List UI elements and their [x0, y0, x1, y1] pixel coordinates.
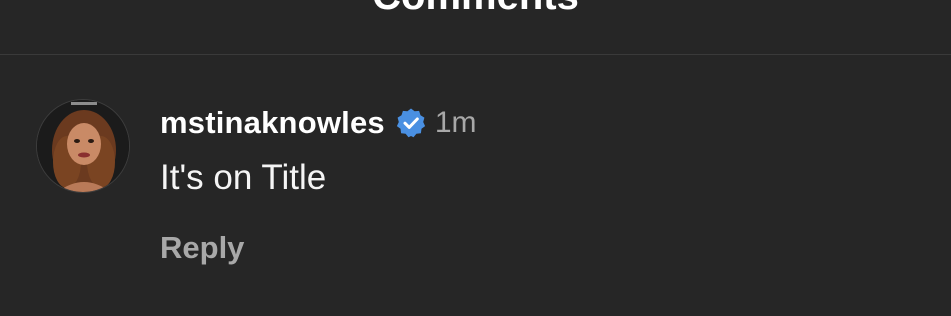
avatar[interactable] [36, 99, 130, 193]
comments-screen: Comments [0, 0, 951, 316]
comments-header: Comments [0, 0, 951, 54]
comment-item: mstinaknowles 1m It's on Title Reply [0, 55, 951, 316]
reply-button[interactable]: Reply [160, 229, 244, 267]
comment-text: It's on Title [160, 158, 327, 197]
username-link[interactable]: mstinaknowles [160, 105, 385, 141]
page-title: Comments [0, 0, 951, 18]
verified-badge-icon [395, 107, 427, 139]
profile-photo [37, 100, 129, 192]
comment-meta: mstinaknowles 1m [160, 103, 477, 143]
comment-timestamp: 1m [434, 106, 477, 139]
